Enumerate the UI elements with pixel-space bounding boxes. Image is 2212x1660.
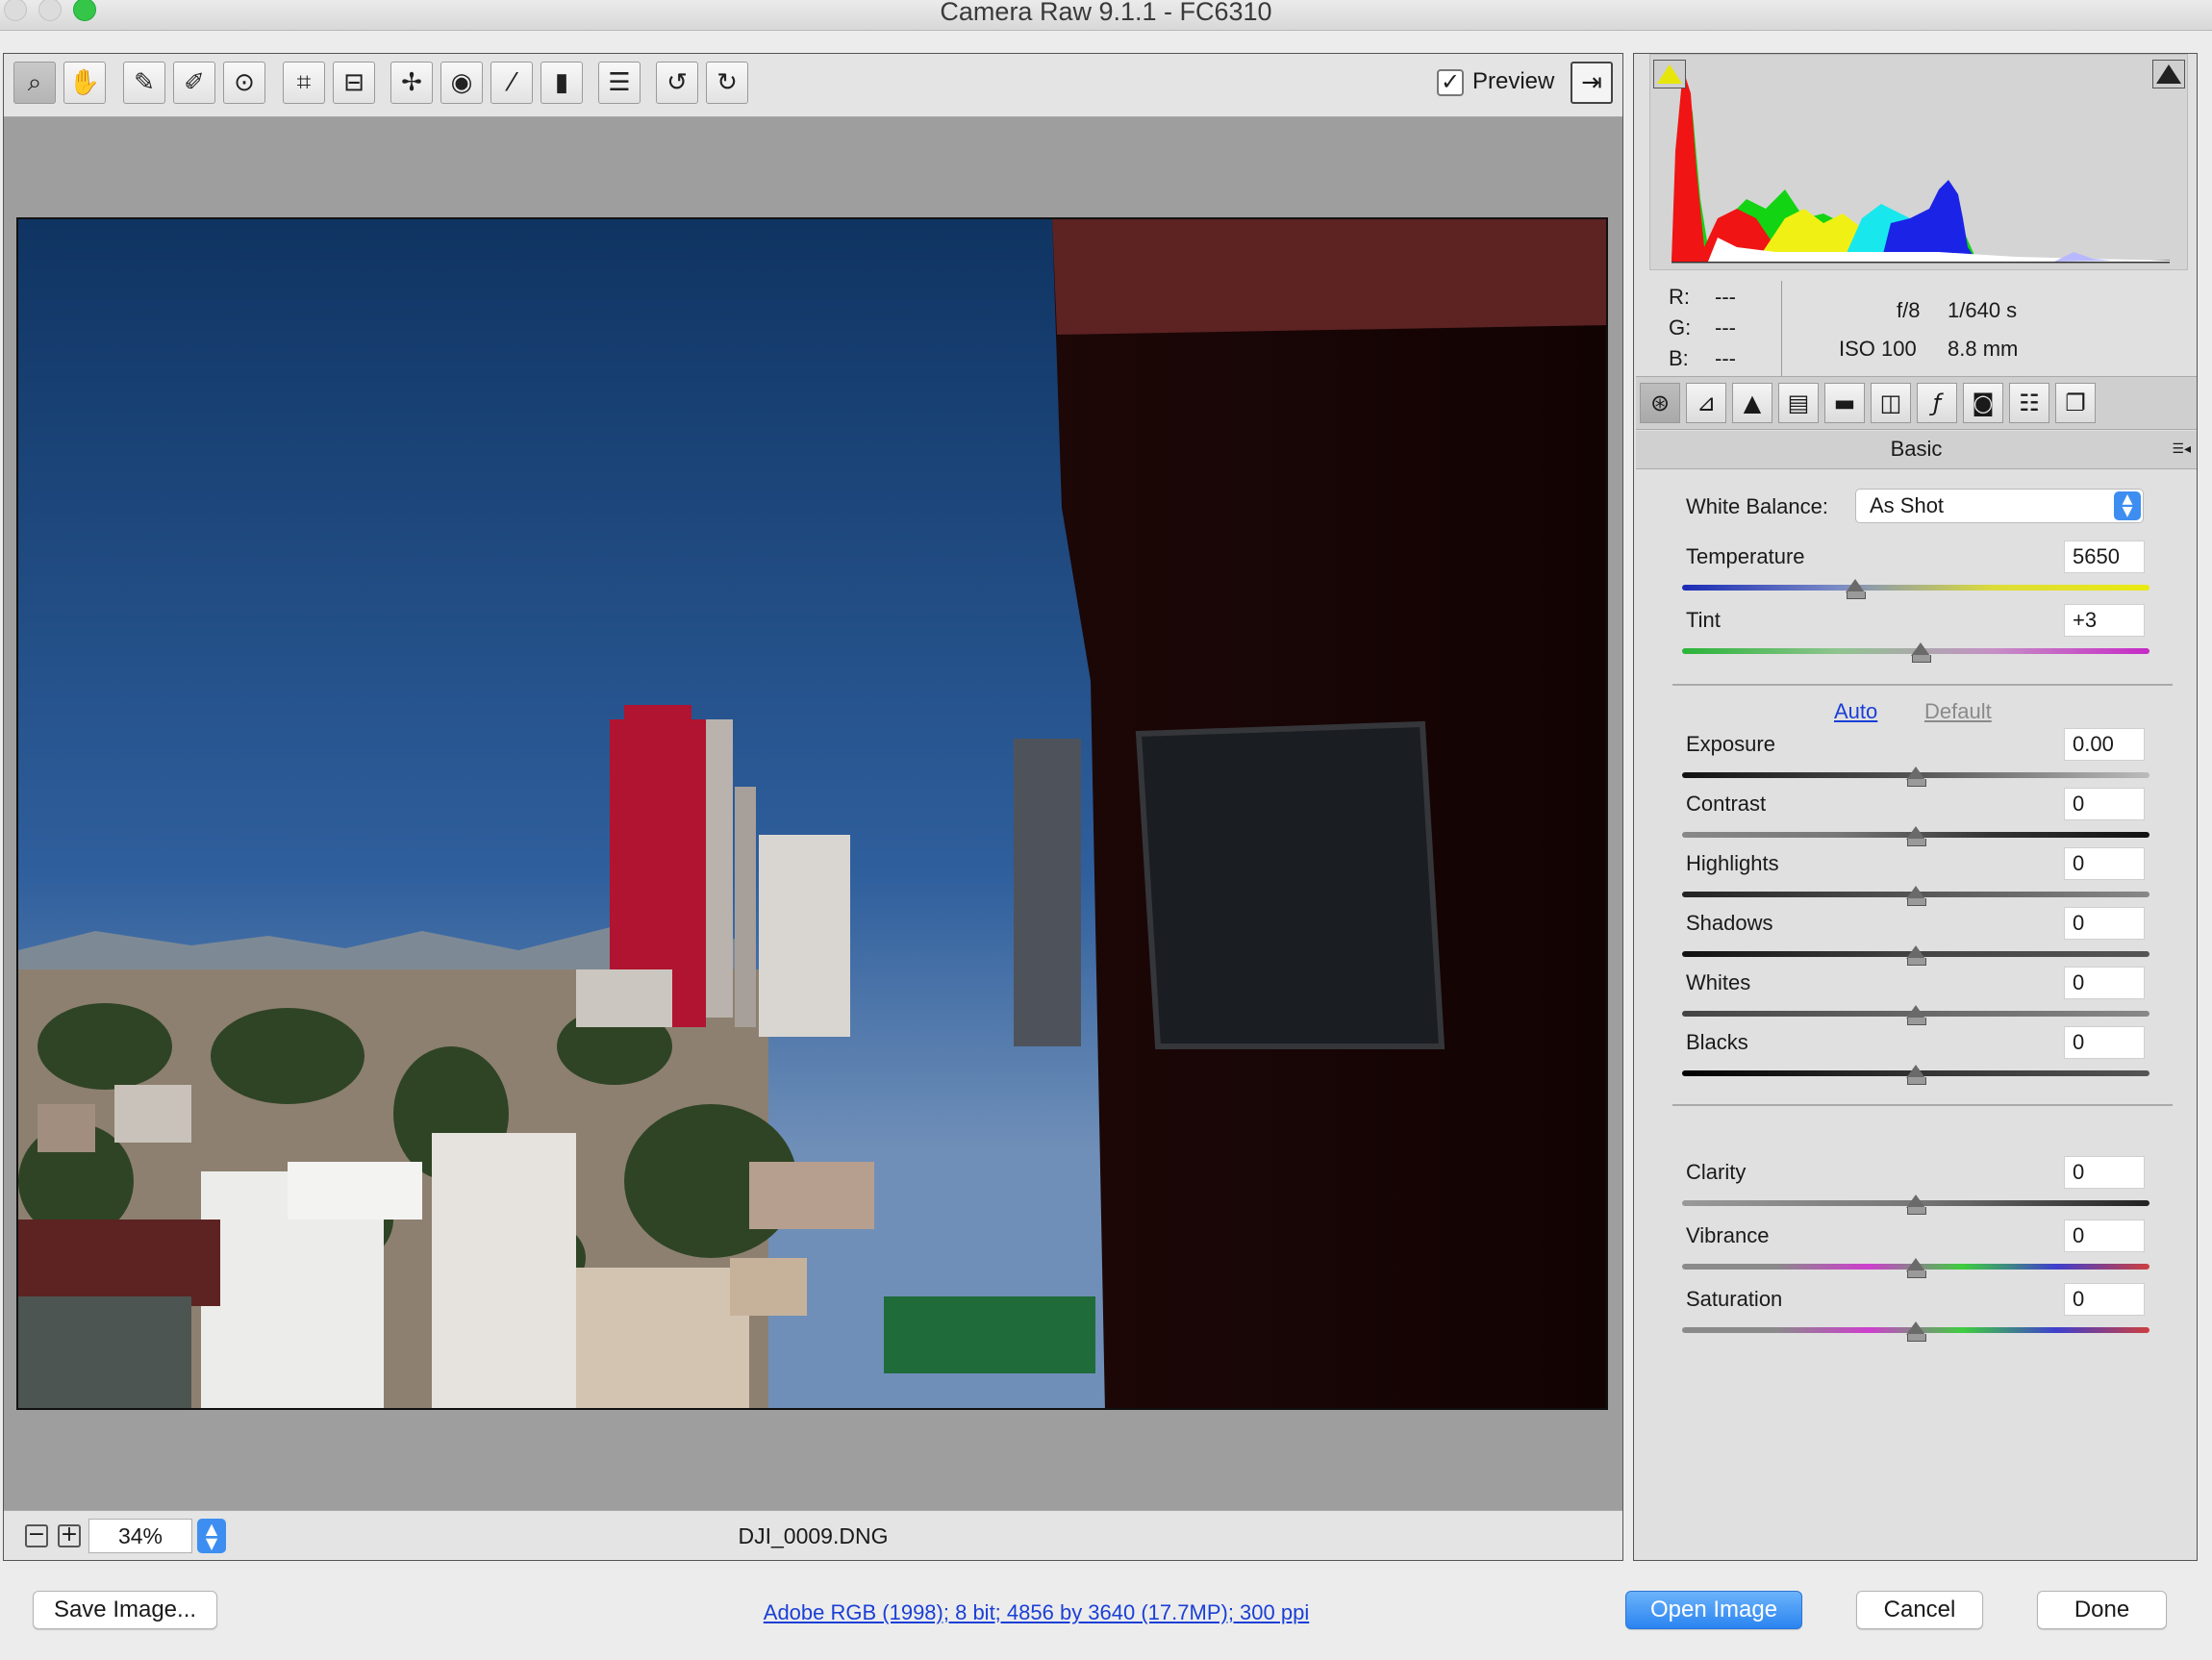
camera-calibration-tab-icon[interactable]: ◙ xyxy=(1963,383,2003,423)
shadows-label: Shadows xyxy=(1686,911,1773,935)
histogram-graph xyxy=(1672,69,2170,264)
whites-slider-thumb[interactable] xyxy=(1906,1005,1926,1025)
aperture-value: f/8 xyxy=(1897,298,1921,322)
exposure-label: Exposure xyxy=(1686,732,1775,756)
filename-label: DJI_0009.DNG xyxy=(738,1523,889,1548)
whites-label: Whites xyxy=(1686,970,1751,994)
presets-tab-icon[interactable]: ☷ xyxy=(2009,383,2049,423)
tone-curve-tab-icon[interactable]: ⊿ xyxy=(1686,383,1726,423)
preview-label: Preview xyxy=(1472,68,1555,94)
panel-title: Basic xyxy=(1890,437,1943,461)
tint-value-field[interactable]: +3 xyxy=(2064,604,2145,637)
exposure-value-field[interactable]: 0.00 xyxy=(2064,728,2145,761)
cancel-button[interactable]: Cancel xyxy=(1856,1591,1983,1629)
white-balance-value: As Shot xyxy=(1870,493,1945,517)
basic-tab-icon[interactable]: ⊛ xyxy=(1640,383,1680,423)
temperature-slider-thumb[interactable] xyxy=(1845,579,1866,599)
effects-tab-icon[interactable]: ƒ xyxy=(1917,383,1957,423)
contrast-value-field[interactable]: 0 xyxy=(2064,788,2145,820)
temperature-slider-track[interactable] xyxy=(1682,585,2149,591)
chevron-updown-icon: ▲ ▼ xyxy=(2114,491,2141,520)
tint-label: Tint xyxy=(1686,608,1721,632)
shadows-slider-thumb[interactable] xyxy=(1906,945,1926,966)
preview-status-bar: − + 34% ▲ ▼ DJI_0009.DNG xyxy=(4,1510,1622,1560)
white-balance-label: White Balance: xyxy=(1686,494,1828,518)
detail-tab-icon[interactable]: ▲ xyxy=(1732,383,1772,423)
r-label: R: xyxy=(1669,285,1690,309)
title-bar: Camera Raw 9.1.1 - FC6310 xyxy=(0,0,2212,31)
g-label: G: xyxy=(1669,315,1692,340)
done-button[interactable]: Done xyxy=(2037,1591,2167,1629)
exposure-slider-thumb[interactable] xyxy=(1906,767,1926,787)
info-divider xyxy=(1781,281,1782,377)
photo-preview[interactable] xyxy=(16,217,1608,1410)
open-image-button[interactable]: Open Image xyxy=(1625,1591,1802,1629)
clarity-label: Clarity xyxy=(1686,1160,1747,1184)
blacks-slider-thumb[interactable] xyxy=(1906,1065,1926,1085)
clarity-slider-thumb[interactable] xyxy=(1906,1195,1926,1215)
window-title: Camera Raw 9.1.1 - FC6310 xyxy=(940,0,1272,26)
hand-tool-icon[interactable]: ✋ xyxy=(63,62,106,104)
white-balance-tool-icon[interactable]: ✎ xyxy=(123,62,165,104)
graduated-filter-icon[interactable]: ▮ xyxy=(540,62,583,104)
shadows-value-field[interactable]: 0 xyxy=(2064,907,2145,940)
divider xyxy=(1672,1104,2173,1106)
hsl-tab-icon[interactable]: ▤ xyxy=(1778,383,1819,423)
highlights-label: Highlights xyxy=(1686,851,1779,875)
temperature-value-field[interactable]: 5650 xyxy=(2064,541,2145,573)
highlights-slider-thumb[interactable] xyxy=(1906,886,1926,906)
snapshots-tab-icon[interactable]: ❐ xyxy=(2055,383,2096,423)
targeted-adjustment-icon[interactable]: ⊙ xyxy=(223,62,265,104)
vibrance-value-field[interactable]: 0 xyxy=(2064,1220,2145,1252)
split-toning-tab-icon[interactable]: ▬ xyxy=(1824,383,1865,423)
toolbar: ⌕ ✋ ✎ ✐ ⊙ ⌗ ⊟ ✢ ◉ ⁄ ▮ ☰ ↺ ↻ ✓ Preview ⇥ xyxy=(4,54,1622,117)
straighten-tool-icon[interactable]: ⊟ xyxy=(333,62,375,104)
b-value: --- xyxy=(1715,346,1736,370)
lens-corrections-tab-icon[interactable]: ◫ xyxy=(1871,383,1911,423)
default-link[interactable]: Default xyxy=(1924,699,1992,724)
red-eye-icon[interactable]: ◉ xyxy=(440,62,483,104)
tint-slider-thumb[interactable] xyxy=(1910,642,1931,663)
white-balance-select[interactable]: As Shot ▲ ▼ xyxy=(1855,489,2144,523)
blacks-label: Blacks xyxy=(1686,1030,1748,1054)
crop-tool-icon[interactable]: ⌗ xyxy=(283,62,325,104)
saturation-slider-thumb[interactable] xyxy=(1906,1321,1926,1342)
adjustment-brush-icon[interactable]: ⁄ xyxy=(490,62,533,104)
auto-link[interactable]: Auto xyxy=(1834,699,1877,724)
shadow-clipping-warning-icon[interactable] xyxy=(1653,60,1686,88)
panel-tab-strip: ⊛ ⊿ ▲ ▤ ▬ ◫ ƒ ◙ ☷ ❐ xyxy=(1636,376,2197,430)
color-sampler-icon[interactable]: ✐ xyxy=(173,62,215,104)
saturation-label: Saturation xyxy=(1686,1287,1783,1311)
iso-value: ISO 100 xyxy=(1839,337,1917,361)
shutter-value: 1/640 s xyxy=(1948,298,2018,322)
adjustments-panel: R: --- G: --- B: --- f/8 1/640 s ISO 100… xyxy=(1633,53,2198,1561)
rotate-cw-icon[interactable]: ↻ xyxy=(706,62,748,104)
highlights-value-field[interactable]: 0 xyxy=(2064,847,2145,880)
highlight-clipping-warning-icon[interactable] xyxy=(2152,60,2185,88)
focal-length-value: 8.8 mm xyxy=(1948,337,2019,361)
divider xyxy=(1672,684,2173,686)
panel-header: Basic ☰◂ xyxy=(1636,431,2197,469)
vibrance-slider-thumb[interactable] xyxy=(1906,1258,1926,1278)
temperature-label: Temperature xyxy=(1686,544,1805,568)
histogram xyxy=(1649,54,2188,270)
fullscreen-toggle-icon[interactable]: ⇥ xyxy=(1571,62,1613,104)
r-value: --- xyxy=(1715,285,1736,309)
zoom-tool-icon[interactable]: ⌕ xyxy=(13,62,56,104)
contrast-label: Contrast xyxy=(1686,792,1767,816)
rotate-ccw-icon[interactable]: ↺ xyxy=(656,62,698,104)
saturation-value-field[interactable]: 0 xyxy=(2064,1283,2145,1316)
photo-image xyxy=(18,219,1606,1408)
b-label: B: xyxy=(1669,346,1689,370)
preferences-icon[interactable]: ☰ xyxy=(598,62,641,104)
whites-value-field[interactable]: 0 xyxy=(2064,967,2145,999)
preview-checkbox[interactable]: ✓ xyxy=(1437,69,1464,96)
blacks-value-field[interactable]: 0 xyxy=(2064,1026,2145,1059)
spot-removal-icon[interactable]: ✢ xyxy=(390,62,433,104)
g-value: --- xyxy=(1715,315,1736,340)
clarity-value-field[interactable]: 0 xyxy=(2064,1156,2145,1189)
contrast-slider-thumb[interactable] xyxy=(1906,826,1926,846)
vibrance-label: Vibrance xyxy=(1686,1223,1770,1247)
panel-menu-icon[interactable]: ☰◂ xyxy=(2172,431,2191,467)
